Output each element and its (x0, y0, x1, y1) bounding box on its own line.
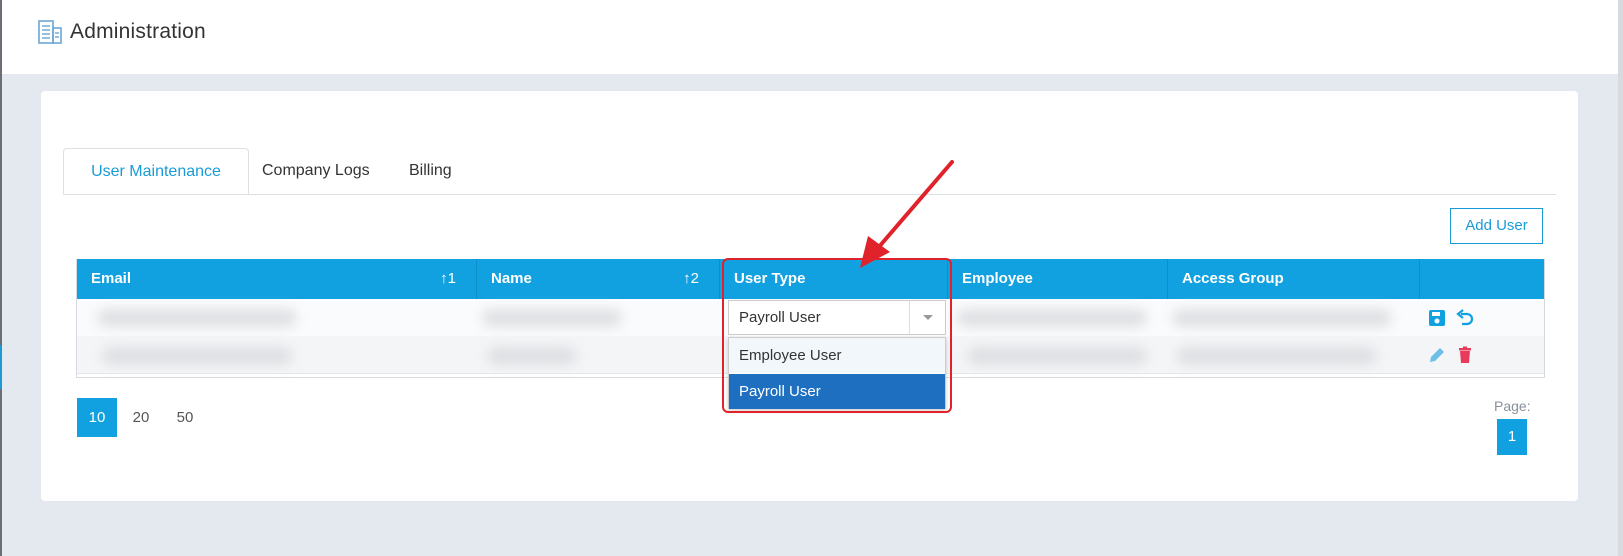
save-icon[interactable] (1427, 308, 1447, 328)
add-user-button[interactable]: Add User (1450, 208, 1543, 244)
column-label: Access Group (1182, 270, 1284, 287)
redacted-cell (1177, 347, 1377, 365)
left-edge-strip (0, 0, 2, 556)
sort-indicator: ↑2 (683, 270, 699, 287)
page-size-50[interactable]: 50 (165, 398, 205, 437)
column-header-access-group[interactable]: Access Group (1168, 259, 1420, 299)
page-label: Page: (1494, 398, 1531, 414)
redacted-cell (487, 347, 577, 365)
redacted-cell (97, 309, 297, 327)
tab-bar: User Maintenance Company Logs Billing (63, 148, 1556, 195)
column-header-employee[interactable]: Employee (948, 259, 1168, 299)
redacted-cell (967, 347, 1147, 365)
tab-user-maintenance[interactable]: User Maintenance (63, 148, 249, 194)
delete-icon[interactable] (1455, 345, 1475, 365)
redacted-cell (1172, 309, 1392, 327)
left-edge-accent (0, 345, 2, 389)
page-size-10[interactable]: 10 (77, 398, 117, 437)
page-size-20[interactable]: 20 (121, 398, 161, 437)
page-button-1[interactable]: 1 (1497, 419, 1527, 455)
column-label: Email (91, 270, 132, 287)
redacted-cell (102, 347, 292, 365)
redacted-cell (482, 309, 622, 327)
column-label: Name (491, 270, 532, 287)
scrollbar-track[interactable] (1618, 0, 1623, 556)
undo-icon[interactable] (1455, 308, 1475, 328)
tab-company-logs[interactable]: Company Logs (262, 148, 370, 194)
building-icon (36, 18, 64, 46)
annotation-highlight-box (722, 258, 952, 413)
page-header: Administration (2, 0, 1618, 75)
tab-billing[interactable]: Billing (409, 148, 452, 194)
column-header-actions (1420, 259, 1544, 299)
column-header-name[interactable]: Name ↑2 (477, 259, 720, 299)
sort-indicator: ↑1 (440, 270, 456, 287)
redacted-cell (957, 309, 1147, 327)
column-header-email[interactable]: Email ↑1 (77, 259, 477, 299)
column-label: Employee (962, 270, 1033, 287)
edit-icon[interactable] (1427, 345, 1447, 365)
page-title: Administration (70, 20, 206, 43)
annotation-arrow (860, 160, 954, 268)
